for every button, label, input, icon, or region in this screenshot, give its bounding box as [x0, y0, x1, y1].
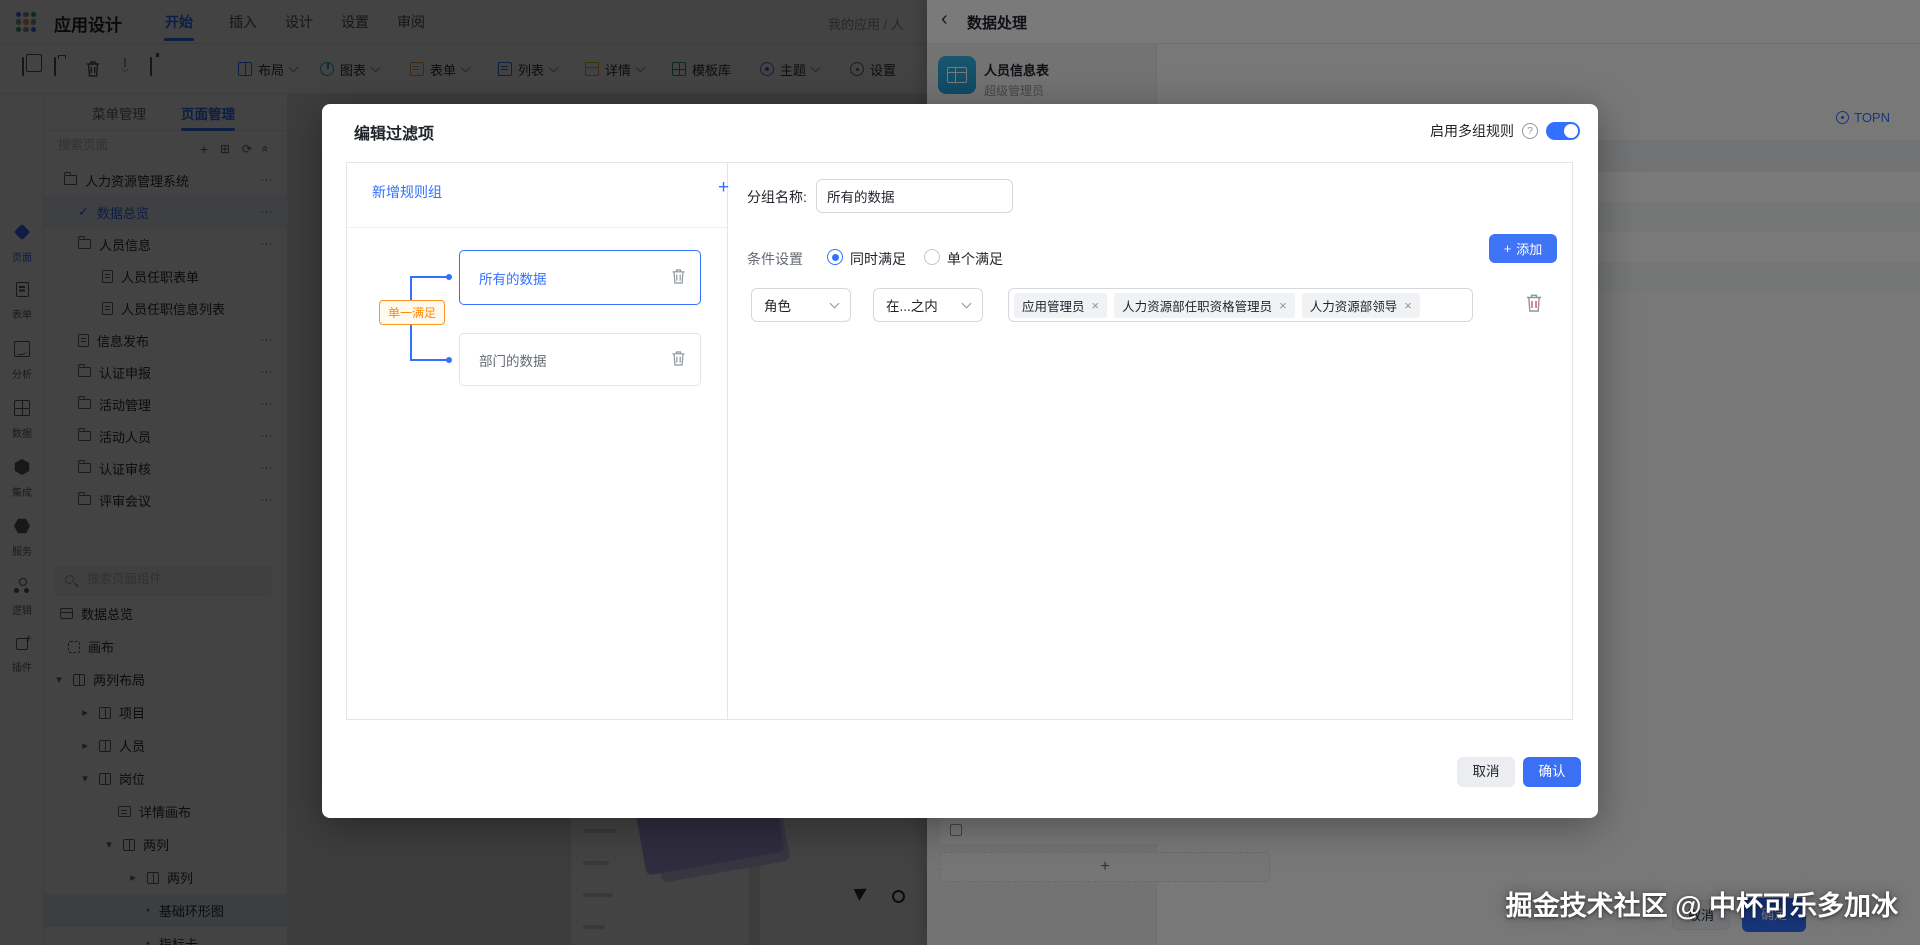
- radio-all-match-label[interactable]: 同时满足: [850, 249, 906, 269]
- dialog-title: 编辑过滤项: [354, 126, 435, 143]
- close-icon[interactable]: ×: [1279, 298, 1287, 313]
- delete-icon[interactable]: [671, 268, 686, 288]
- group-name-label: 分组名称:: [747, 189, 807, 205]
- group-name-input[interactable]: [816, 179, 1013, 213]
- connector-line: [410, 359, 448, 361]
- field-select[interactable]: 角色: [751, 288, 851, 322]
- value-multiselect[interactable]: 应用管理员 × 人力资源部任职资格管理员 × 人力资源部领导 ×: [1008, 288, 1473, 322]
- multi-rule-toggle[interactable]: [1546, 122, 1580, 140]
- radio-any-match[interactable]: [924, 249, 940, 265]
- connector-line: [410, 276, 448, 278]
- value-tag: 人力资源部任职资格管理员 ×: [1114, 292, 1295, 318]
- delete-condition-icon[interactable]: [1525, 293, 1543, 318]
- multi-rule-label: 启用多组规则: [1430, 123, 1514, 139]
- relation-badge[interactable]: 单一满足: [379, 300, 446, 325]
- multi-rule-control: 启用多组规则 ?: [1430, 121, 1580, 141]
- dialog-body: [346, 162, 1573, 720]
- divider: [347, 227, 727, 228]
- add-condition-button[interactable]: + 添加: [1489, 234, 1557, 263]
- close-icon[interactable]: ×: [1404, 298, 1412, 313]
- add-rule-group-button[interactable]: 新增规则组: [372, 182, 442, 202]
- close-icon[interactable]: ×: [1092, 298, 1100, 313]
- edit-filter-dialog: 编辑过滤项 启用多组规则 ? 新增规则组 + 单一满足 所有的数据 部门的数据: [322, 104, 1598, 818]
- chevron-down-icon: [829, 298, 840, 308]
- connector-dot: [446, 274, 452, 280]
- condition-settings-label: 条件设置: [747, 251, 803, 267]
- confirm-button[interactable]: 确认: [1523, 757, 1581, 787]
- operator-select[interactable]: 在...之内: [873, 288, 983, 322]
- plus-icon[interactable]: +: [718, 177, 729, 199]
- rule-group-node[interactable]: 部门的数据: [459, 333, 701, 386]
- panel-divider: [727, 162, 728, 720]
- cancel-button[interactable]: 取消: [1457, 757, 1515, 787]
- value-tag: 应用管理员 ×: [1014, 292, 1108, 318]
- value-tag: 人力资源部领导 ×: [1301, 292, 1420, 318]
- radio-any-match-label[interactable]: 单个满足: [947, 249, 1003, 269]
- plus-icon: +: [1503, 241, 1512, 256]
- screen: 应用设计 开始 插入 设计 设置 审阅 我的应用 / 人 布局 图表: [0, 0, 1920, 945]
- connector-dot: [446, 357, 452, 363]
- chevron-down-icon: [961, 298, 972, 308]
- delete-icon[interactable]: [671, 350, 686, 370]
- rule-group-node-selected[interactable]: 所有的数据: [459, 250, 701, 305]
- watermark: 掘金技术社区 @ 中杯可乐多加冰: [1505, 891, 1898, 921]
- help-icon[interactable]: ?: [1522, 123, 1538, 139]
- radio-all-match[interactable]: [827, 249, 843, 265]
